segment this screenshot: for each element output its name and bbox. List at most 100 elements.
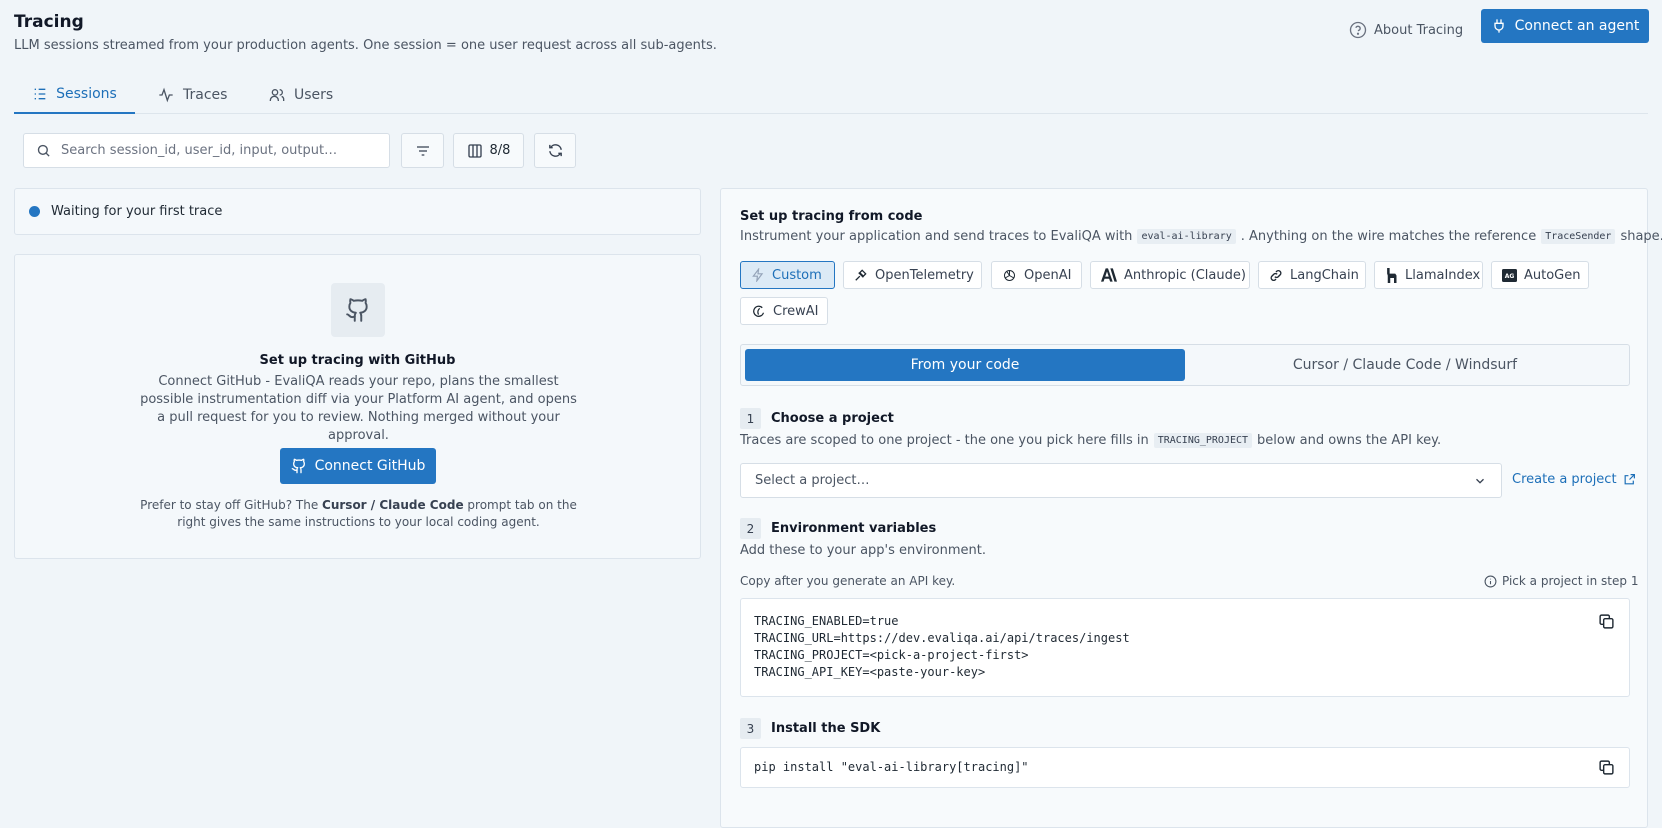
- framework-chip-opentelemetry[interactable]: OpenTelemetry: [843, 261, 982, 289]
- framework-label: OpenTelemetry: [875, 267, 974, 283]
- langchain-icon: [1269, 268, 1283, 283]
- github-card-footer: Prefer to stay off GitHub? The Cursor / …: [125, 497, 592, 531]
- mode-from-code[interactable]: From your code: [745, 349, 1185, 381]
- framework-chip-anthropic[interactable]: Anthropic (Claude): [1090, 261, 1250, 289]
- mode-toggle: From your code Cursor / Claude Code / Wi…: [740, 344, 1630, 386]
- openai-icon: [1002, 268, 1017, 283]
- env-vars-code-block: TRACING_ENABLED=true TRACING_URL=https:/…: [740, 598, 1630, 697]
- tab-bar: Sessions Traces Users: [14, 76, 1648, 114]
- env-line: TRACING_PROJECT=<pick-a-project-first>: [754, 648, 1029, 662]
- chevron-down-icon: [1473, 474, 1487, 488]
- github-setup-card: Set up tracing with GitHub Connect GitHu…: [14, 254, 701, 559]
- framework-chip-custom[interactable]: Custom: [740, 261, 835, 289]
- tracesender-code-chip: TraceSender: [1541, 229, 1616, 244]
- copy-env-button[interactable]: [1598, 613, 1615, 630]
- create-project-label: Create a project: [1512, 472, 1617, 487]
- env-line: TRACING_API_KEY=<paste-your-key>: [754, 665, 986, 679]
- env-line: TRACING_URL=https://dev.evaliqa.ai/api/t…: [754, 631, 1130, 645]
- framework-label: OpenAI: [1024, 267, 1072, 283]
- framework-chip-crewai[interactable]: CrewAI: [740, 297, 828, 325]
- project-select-placeholder: Select a project…: [755, 473, 870, 488]
- crewai-icon: [751, 304, 766, 319]
- project-select[interactable]: Select a project…: [740, 463, 1502, 498]
- tab-users[interactable]: Users: [268, 76, 348, 114]
- page-subtitle: LLM sessions streamed from your producti…: [14, 38, 717, 53]
- copy-icon: [1598, 759, 1615, 776]
- install-code-block: pip install "eval-ai-library[tracing]": [740, 747, 1630, 788]
- create-project-link[interactable]: Create a project: [1512, 472, 1636, 487]
- copy-icon: [1598, 613, 1615, 630]
- columns-icon: [467, 143, 483, 159]
- step-3-header: 3 Install the SDK: [740, 718, 880, 739]
- framework-chip-langchain[interactable]: LangChain: [1258, 261, 1366, 289]
- status-text: Waiting for your first trace: [51, 204, 223, 219]
- copy-install-button[interactable]: [1598, 759, 1615, 776]
- about-tracing-label: About Tracing: [1374, 22, 1464, 38]
- step-number: 3: [740, 718, 761, 739]
- step-2-header: 2 Environment variables: [740, 518, 936, 539]
- search-icon: [36, 143, 51, 158]
- about-tracing-button[interactable]: About Tracing: [1349, 16, 1463, 44]
- tab-users-label: Users: [294, 87, 334, 103]
- env-line: TRACING_ENABLED=true: [754, 614, 899, 628]
- autogen-icon: AG: [1502, 268, 1517, 282]
- users-icon: [268, 87, 286, 103]
- step-1-desc-pre: Traces are scoped to one project - the o…: [740, 433, 1149, 448]
- setup-panel: Set up tracing from code Instrument your…: [720, 188, 1662, 828]
- search-input[interactable]: [61, 143, 361, 158]
- step-1-description: Traces are scoped to one project - the o…: [740, 433, 1441, 448]
- env-hint: Pick a project in step 1: [1484, 574, 1638, 588]
- tab-traces[interactable]: Traces: [157, 76, 237, 114]
- framework-label: AutoGen: [1524, 267, 1581, 283]
- env-copy-note: Copy after you generate an API key.: [740, 574, 956, 588]
- step-number: 2: [740, 518, 761, 539]
- anthropic-icon: [1101, 268, 1117, 282]
- columns-button[interactable]: 8/8: [453, 133, 524, 168]
- telescope-icon: [854, 268, 868, 282]
- llamaindex-icon: [1385, 267, 1398, 283]
- github-card-description: Connect GitHub - EvaliQA reads your repo…: [140, 374, 577, 443]
- setup-title: Set up tracing from code: [740, 209, 923, 224]
- connect-agent-button[interactable]: Connect an agent: [1481, 9, 1649, 43]
- framework-label: Anthropic (Claude): [1124, 267, 1246, 283]
- github-icon: [345, 297, 371, 323]
- step-2-description: Add these to your app's environment.: [740, 543, 986, 558]
- step-number: 1: [740, 408, 761, 429]
- github-icon-box: [331, 283, 385, 337]
- framework-label: Custom: [772, 267, 822, 283]
- info-icon: [1484, 575, 1497, 588]
- framework-chip-openai[interactable]: OpenAI: [991, 261, 1082, 289]
- tab-sessions[interactable]: Sessions: [14, 76, 135, 114]
- mode-cursor-claude-windsurf[interactable]: Cursor / Claude Code / Windsurf: [1185, 349, 1625, 381]
- connect-github-label: Connect GitHub: [314, 458, 426, 474]
- setup-subtitle-post: shape.: [1620, 229, 1662, 244]
- step-title: Install the SDK: [771, 721, 881, 736]
- step-title: Choose a project: [771, 411, 894, 426]
- setup-subtitle-pre: Instrument your application and send tra…: [740, 229, 1133, 244]
- step-1-header: 1 Choose a project: [740, 408, 894, 429]
- page-title: Tracing: [14, 12, 84, 32]
- setup-subtitle: Instrument your application and send tra…: [740, 229, 1662, 244]
- connect-github-button[interactable]: Connect GitHub: [280, 448, 436, 484]
- refresh-icon: [547, 142, 564, 159]
- footer-text-pre: Prefer to stay off GitHub? The: [140, 498, 319, 512]
- framework-chip-llamaindex[interactable]: LlamaIndex: [1374, 261, 1483, 289]
- help-circle-icon: [1349, 21, 1367, 39]
- status-card: Waiting for your first trace: [14, 188, 701, 235]
- filter-button[interactable]: [401, 133, 444, 168]
- search-box: [23, 133, 390, 168]
- refresh-button[interactable]: [534, 133, 576, 168]
- plug-icon: [1491, 18, 1507, 34]
- framework-label: LlamaIndex: [1405, 267, 1481, 283]
- step-1-desc-post: below and owns the API key.: [1257, 433, 1442, 448]
- framework-label: LangChain: [1290, 267, 1359, 283]
- github-icon: [291, 458, 307, 474]
- tracing-project-code-chip: TRACING_PROJECT: [1153, 433, 1253, 448]
- bolt-icon: [751, 268, 765, 282]
- filter-icon: [414, 143, 432, 159]
- github-card-title: Set up tracing with GitHub: [259, 353, 456, 368]
- footer-text-bold: Cursor / Claude Code: [322, 498, 464, 512]
- framework-chip-autogen[interactable]: AG AutoGen: [1491, 261, 1589, 289]
- tab-sessions-label: Sessions: [56, 86, 117, 102]
- connect-agent-label: Connect an agent: [1514, 18, 1640, 34]
